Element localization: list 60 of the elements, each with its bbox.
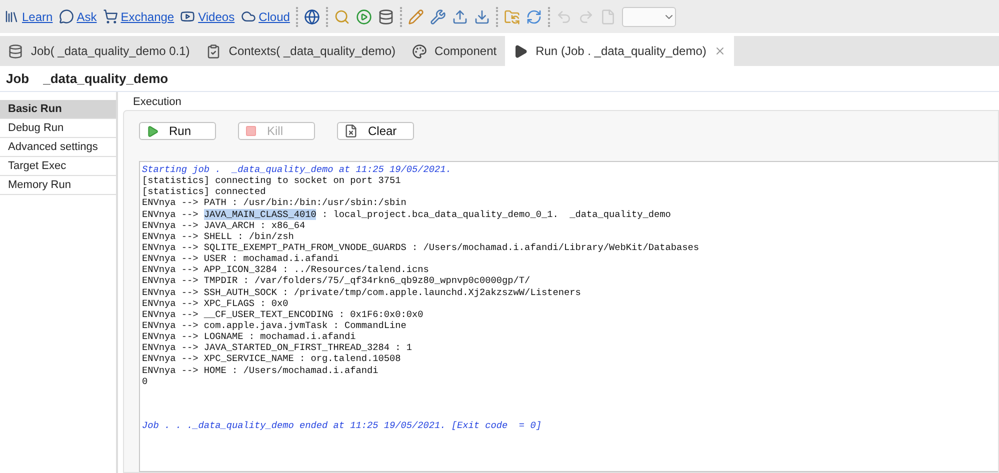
play-icon[interactable]	[356, 8, 372, 24]
job-label: Job	[6, 71, 30, 86]
console-line: Job . . ._data_quality_demo ended at 11:25 19/05/2021. [Exit code = 0]	[142, 420, 542, 432]
console-line: ENVnya --> SSH_AUTH_SOCK : /private/tmp/com.apple.launchd.Xj2akzszwW/Listeners	[142, 286, 582, 298]
play-icon	[512, 44, 528, 58]
console-line: ENVnya --> com.apple.java.jvmTask : CommandLine	[142, 320, 408, 332]
console-line: Starting job . _data_quality_demo at 11:25 19/05/2021.	[142, 164, 452, 176]
console-line: ENVnya --> LOGNAME : mochamad.i.afandi	[142, 331, 357, 342]
palette-icon	[412, 44, 427, 58]
console-line: ENVnya --> PATH : /usr/bin:/bin:/usr/sbin:/sbin	[142, 197, 408, 209]
clear-button[interactable]: Clear	[337, 122, 414, 140]
console-line: ENVnya --> XPC_FLAGS : 0x0	[142, 298, 290, 309]
sidebar-item[interactable]: Basic Run	[0, 100, 116, 119]
console-line: [statistics] connecting to socket on port 3751	[142, 175, 402, 186]
console-line: ENVnya --> SQLITE_EXEMPT_PATH_FROM_VNODE_GUARDS : /Users/mochamad.i.afandi/Library/WebKit/Databases	[142, 242, 700, 254]
pencil-icon[interactable]	[408, 8, 424, 24]
toolbar-link[interactable]: Exchange	[102, 9, 174, 24]
stop-icon	[245, 125, 257, 137]
search-icon[interactable]	[334, 8, 350, 24]
toolbar-link[interactable]: Learn	[4, 9, 53, 24]
cart-icon	[102, 9, 118, 24]
editor-tab[interactable]: Component	[404, 36, 505, 66]
play-icon	[146, 124, 159, 138]
video-icon	[180, 9, 196, 24]
cloud-icon	[240, 9, 256, 24]
console-line: ENVnya --> __CF_USER_TEXT_ENCODING : 0x1F6:0x0:0x0	[142, 308, 424, 320]
refresh-icon[interactable]	[526, 8, 542, 24]
clear-document-icon	[344, 124, 358, 138]
toolbar-link[interactable]: Cloud	[240, 9, 290, 24]
dropdown-field[interactable]	[622, 6, 676, 26]
console-line: ENVnya --> JAVA_STARTED_ON_FIRST_THREAD_3284 : 1	[142, 342, 414, 354]
close-icon[interactable]	[714, 45, 726, 57]
console-line: ENVnya --> HOME : /Users/mochamad.i.afandi	[142, 364, 380, 376]
editor-tab[interactable]: Job( _data_quality_demo 0.1)	[0, 36, 198, 66]
chat-icon	[58, 9, 74, 24]
folder-icon[interactable]	[504, 8, 520, 24]
console-line: ENVnya --> JAVA_MAIN_CLASS_4010 : local_project.bca_data_quality_demo_0_1. _data_quality_demo	[142, 208, 672, 220]
toolbar-link[interactable]: Videos	[180, 9, 235, 24]
export-icon[interactable]	[452, 8, 468, 24]
globe-icon[interactable]	[304, 8, 320, 24]
import-icon[interactable]	[474, 8, 490, 24]
clipboard-icon	[206, 44, 221, 58]
console-line: [statistics] connected	[142, 186, 267, 198]
console-line: ENVnya --> USER : mochamad.i.afandi	[142, 253, 340, 264]
console-line: ENVnya --> APP_ICON_3284 : ../Resources/talend.icns	[142, 264, 430, 276]
database-icon	[8, 44, 23, 58]
library-icon	[4, 9, 19, 24]
console-line: ENVnya --> XPC_SERVICE_NAME : org.talend.10508	[142, 353, 402, 365]
wrench-icon[interactable]	[430, 8, 446, 24]
editor-tab[interactable]: Run (Job . _data_quality_demo)	[504, 36, 734, 66]
toolbar-link[interactable]: Ask	[58, 9, 97, 24]
console-line: 0	[142, 376, 149, 387]
editor-tab[interactable]: Contexts( _data_quality_demo)	[198, 36, 404, 66]
section-title: Execution	[132, 96, 182, 110]
job-name: _data_quality_demo	[43, 71, 168, 86]
console-line: ENVnya --> JAVA_ARCH : x86_64	[142, 220, 306, 231]
console-line: ENVnya --> SHELL : /bin/zsh	[142, 230, 295, 242]
database-icon[interactable]	[378, 8, 394, 24]
run-button[interactable]: Run	[139, 122, 216, 140]
console-line: ENVnya --> TMPDIR : /var/folders/75/_qf34rkn6_qb9z80_wpnvp0c0000gp/T/	[142, 275, 532, 287]
